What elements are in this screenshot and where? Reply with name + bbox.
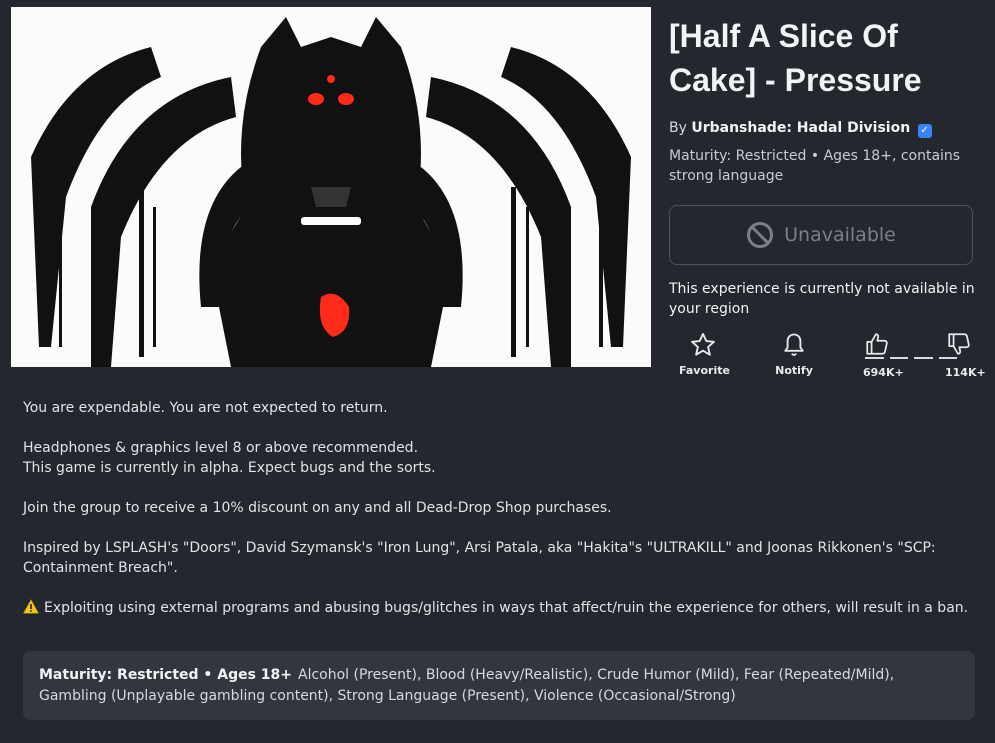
description-paragraph: Headphones & graphics level 8 or above r… [23, 438, 973, 478]
maturity-info: Maturity: Restricted • Ages 18+, contain… [669, 148, 961, 184]
thumbs-up-icon [866, 333, 888, 355]
game-thumbnail [11, 7, 651, 367]
vote-ratio-bar [865, 357, 957, 359]
bell-icon [784, 333, 804, 356]
description-paragraph: Exploiting using external programs and a… [23, 598, 973, 620]
unavailable-label: Unavailable [784, 224, 896, 246]
favorite-label: Favorite [679, 364, 730, 377]
ban-icon [746, 221, 774, 249]
game-title: [Half A Slice Of Cake] - Pressure [669, 18, 922, 98]
upvote-count: 694K+ [863, 366, 904, 379]
verified-badge-icon: ✓ [917, 124, 932, 138]
creator-link[interactable]: Urbanshade: Hadal Division [691, 120, 910, 136]
creator-line: By Urbanshade: Hadal Division ✓ [669, 120, 979, 138]
description-paragraph: Inspired by LSPLASH's "Doors", David Szy… [23, 540, 936, 576]
star-icon [691, 332, 715, 356]
description-line: Headphones & graphics level 8 or above r… [23, 440, 419, 456]
notify-button[interactable]: Notify [773, 331, 815, 377]
downvote-button[interactable] [945, 331, 973, 364]
by-label: By [669, 120, 687, 136]
notify-label: Notify [775, 364, 813, 377]
description-paragraph: You are expendable. You are not expected… [23, 400, 388, 416]
thumbs-down-icon [948, 333, 970, 355]
upvote-button[interactable] [863, 331, 891, 364]
content-maturity-label: Maturity: Restricted • Ages 18+ [39, 667, 293, 683]
downvote-count: 114K+ [945, 366, 986, 379]
content-maturity-panel: Maturity: Restricted • Ages 18+ Alcohol (… [23, 651, 975, 720]
warning-icon [23, 599, 39, 620]
description-line: This game is currently in alpha. Expect … [23, 460, 436, 476]
unavailable-button[interactable]: Unavailable [669, 205, 973, 265]
favorite-button[interactable]: Favorite [679, 331, 730, 377]
game-thumbnail-art [11, 7, 651, 367]
action-bar: Favorite Notify 694K+ 114K+ [669, 331, 986, 391]
warning-text: Exploiting using external programs and a… [44, 600, 969, 616]
description-paragraph: Join the group to receive a 10% discount… [23, 500, 612, 516]
region-unavailable-note: This experience is currently not availab… [669, 281, 975, 317]
game-description: You are expendable. You are not expected… [23, 398, 973, 640]
game-details-panel: [Half A Slice Of Cake] - Pressure By Urb… [669, 14, 986, 391]
